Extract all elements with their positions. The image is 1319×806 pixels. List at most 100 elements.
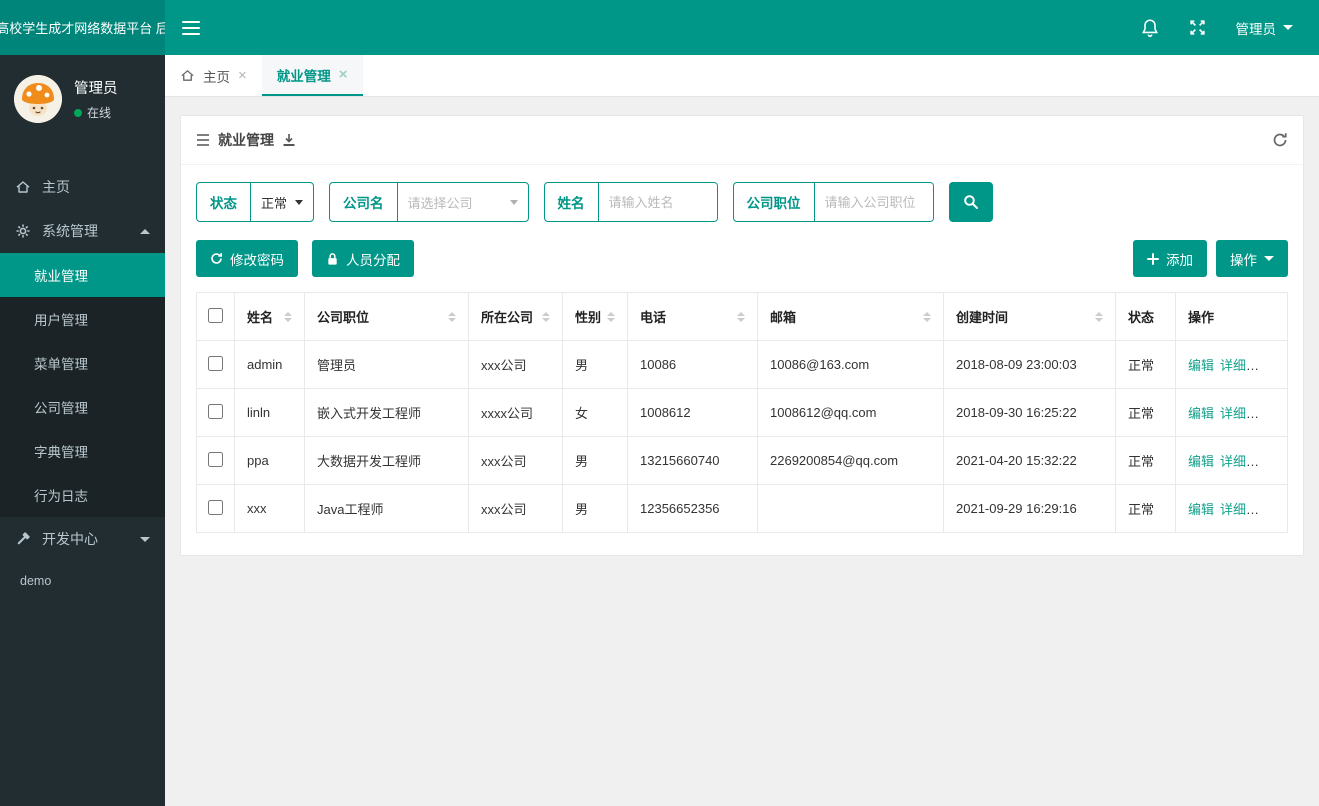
column-header: 状态 bbox=[1115, 292, 1176, 341]
user-status-label: 在线 bbox=[87, 106, 112, 120]
panel-header: 就业管理 bbox=[181, 116, 1303, 165]
sidebar-item-employment[interactable]: 就业管理 bbox=[0, 253, 165, 297]
fullscreen-icon[interactable] bbox=[1189, 19, 1206, 36]
tab-employment[interactable]: 就业管理 × bbox=[261, 55, 363, 96]
content: 就业管理 状态 正常 公司名 请选择公司 姓名 请输入姓名 公司职位 请输入公司… bbox=[165, 97, 1319, 574]
chevron-up-icon bbox=[140, 228, 150, 234]
row-checkbox-cell bbox=[196, 484, 235, 533]
brand-logo[interactable]: 高校学生成才网络数据平台 后 bbox=[0, 0, 165, 55]
row-action-edit[interactable]: 编辑 bbox=[1188, 454, 1214, 469]
panel-title: 就业管理 bbox=[218, 132, 274, 148]
row-action-detail[interactable]: 详细 bbox=[1220, 358, 1246, 373]
sort-icon[interactable] bbox=[1089, 311, 1103, 322]
column-label: 公司职位 bbox=[317, 310, 370, 325]
hamburger-icon[interactable] bbox=[165, 0, 217, 55]
refresh-icon[interactable] bbox=[1272, 132, 1288, 148]
refresh-icon bbox=[211, 253, 222, 264]
company-select[interactable]: 请选择公司 bbox=[398, 183, 528, 221]
row-action-edit[interactable]: 编辑 bbox=[1188, 358, 1214, 373]
row-checkbox[interactable] bbox=[208, 499, 223, 515]
table-cell: xxx公司 bbox=[468, 484, 563, 533]
column-header[interactable]: 电话 bbox=[627, 292, 758, 341]
brand-title: 高校学生成才网络数据平台 后 bbox=[0, 21, 165, 36]
actions-label: 操作 bbox=[1230, 252, 1257, 268]
table-cell: 2269200854@qq.com bbox=[757, 436, 944, 485]
table-cell: xxxx公司 bbox=[468, 388, 563, 437]
sidebar: 管理员 在线 主页 系统管理 就业管理 用户管理 菜单管理 公司管理 字典管理 … bbox=[0, 55, 165, 806]
name-input[interactable] bbox=[598, 183, 717, 221]
column-header[interactable]: 性别 bbox=[562, 292, 628, 341]
sidebar-item-devcenter[interactable]: 开发中心 bbox=[0, 517, 165, 561]
row-checkbox[interactable] bbox=[208, 403, 223, 419]
employment-table: 姓名 公司职位 所在公司 性别 电话 邮箱 创建时间 状态 操作 admin 管理员 xxx公司男 1… bbox=[196, 292, 1288, 533]
row-action-detail[interactable]: 详细 bbox=[1220, 454, 1246, 469]
column-label: 创建时间 bbox=[956, 310, 1009, 325]
table-cell: 管理员 bbox=[304, 340, 469, 389]
home-icon bbox=[181, 70, 194, 81]
mushroom-avatar[interactable] bbox=[14, 75, 62, 123]
sidebar-item-logs[interactable]: 行为日志 bbox=[0, 473, 165, 517]
status-select[interactable]: 正常 bbox=[251, 183, 313, 221]
sidebar-item-companies[interactable]: 公司管理 bbox=[0, 385, 165, 429]
sort-icon[interactable] bbox=[601, 311, 616, 322]
table-cell: Java工程师 bbox=[304, 484, 469, 533]
column-header[interactable]: 公司职位 bbox=[304, 292, 469, 341]
row-checkbox[interactable] bbox=[208, 355, 223, 371]
sidebar-item-dictionary[interactable]: 字典管理 bbox=[0, 429, 165, 473]
user-dropdown[interactable]: 管理员 bbox=[1236, 18, 1293, 38]
position-input[interactable] bbox=[814, 183, 933, 221]
sort-icon[interactable] bbox=[917, 311, 931, 322]
tab-bar: 主页 × 就业管理 × bbox=[165, 55, 1319, 97]
select-all-checkbox[interactable] bbox=[208, 307, 223, 323]
download-icon[interactable] bbox=[282, 133, 296, 147]
search-button[interactable] bbox=[948, 182, 993, 222]
tab-close-icon[interactable]: × bbox=[238, 67, 247, 84]
sort-icon[interactable] bbox=[536, 311, 550, 322]
table-cell: xxx bbox=[234, 484, 305, 533]
table-cell: 嵌入式开发工程师 bbox=[304, 388, 469, 437]
assign-staff-button[interactable]: 人员分配 bbox=[312, 240, 414, 277]
column-header[interactable]: 创建时间 bbox=[943, 292, 1116, 341]
filter-company: 公司名 请选择公司 bbox=[329, 182, 529, 222]
change-password-label: 修改密码 bbox=[230, 252, 284, 268]
user-name: 管理员 bbox=[74, 81, 118, 97]
row-action-edit[interactable]: 编辑 bbox=[1188, 502, 1214, 517]
home-icon bbox=[16, 181, 30, 193]
actions-dropdown-button[interactable]: 操作 bbox=[1216, 240, 1288, 277]
table-body: admin 管理员 xxx公司男 10086 10086@163.com 2018-08-… bbox=[196, 340, 1288, 533]
row-checkbox[interactable] bbox=[208, 451, 223, 467]
sidebar-item-demo[interactable]: demo bbox=[0, 561, 165, 601]
sidebar-item-menus[interactable]: 菜单管理 bbox=[0, 341, 165, 385]
add-button[interactable]: 添加 bbox=[1133, 240, 1207, 277]
table-cell: xxx公司 bbox=[468, 436, 563, 485]
row-action-edit[interactable]: 编辑 bbox=[1188, 406, 1214, 421]
main-area: 主页 × 就业管理 × 就业管理 状态 正常 公司名 请选择公司 姓名 请输入姓… bbox=[165, 55, 1319, 806]
column-header[interactable]: 姓名 bbox=[234, 292, 305, 341]
sidebar-item-users[interactable]: 用户管理 bbox=[0, 297, 165, 341]
sort-icon[interactable] bbox=[731, 311, 745, 322]
filter-status-label: 状态 bbox=[197, 183, 251, 221]
sidebar-item-home[interactable]: 主页 bbox=[0, 165, 165, 209]
tab-home[interactable]: 主页 × bbox=[165, 55, 262, 96]
filter-position-label: 公司职位 bbox=[734, 183, 815, 221]
change-password-button[interactable]: 修改密码 bbox=[196, 240, 298, 277]
plus-icon bbox=[1147, 252, 1159, 265]
online-status-icon bbox=[74, 108, 82, 117]
tab-close-icon[interactable]: × bbox=[339, 66, 348, 83]
lock-icon bbox=[328, 252, 337, 265]
sort-icon[interactable] bbox=[442, 311, 456, 322]
bell-icon[interactable] bbox=[1141, 18, 1159, 38]
table-cell: 男 bbox=[562, 484, 628, 533]
add-label: 添加 bbox=[1166, 252, 1193, 268]
column-header[interactable]: 所在公司 bbox=[468, 292, 563, 341]
sidebar-item-system[interactable]: 系统管理 bbox=[0, 209, 165, 253]
filter-position: 公司职位 bbox=[732, 182, 934, 222]
row-action-detail[interactable]: 详细 bbox=[1220, 406, 1246, 421]
sort-icon[interactable] bbox=[278, 311, 292, 322]
navbar: 管理员 bbox=[165, 0, 1319, 55]
row-action-detail[interactable]: 详细 bbox=[1220, 502, 1246, 517]
column-header[interactable]: 邮箱 bbox=[757, 292, 944, 341]
table-cell bbox=[757, 484, 944, 533]
user-status: 在线 bbox=[74, 104, 118, 121]
sidebar-item-label: 开发中心 bbox=[42, 531, 98, 547]
